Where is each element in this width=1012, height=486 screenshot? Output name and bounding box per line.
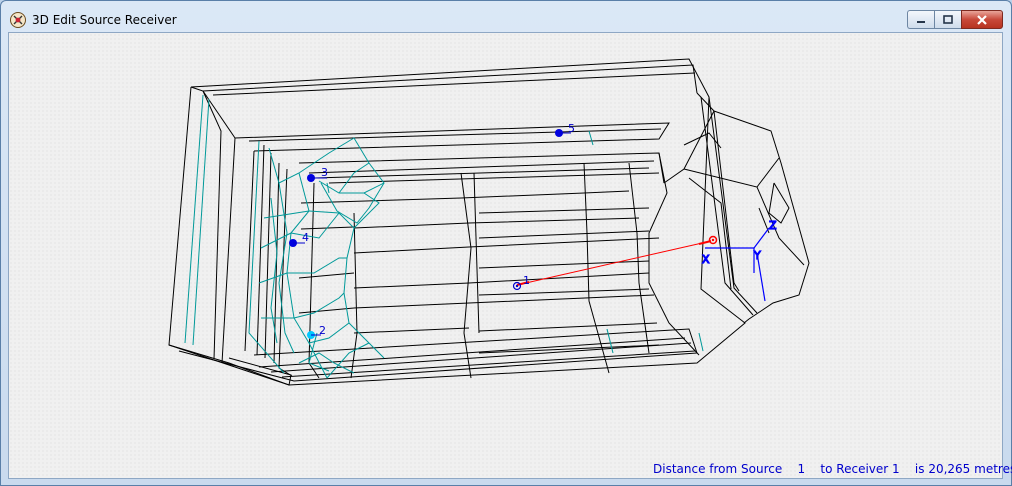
axis-gizmo: X Y Z bbox=[701, 218, 778, 302]
receiver-3-label: 3 bbox=[321, 166, 328, 179]
window-title: 3D Edit Source Receiver bbox=[32, 13, 177, 27]
status-prefix: Distance from Source bbox=[653, 462, 783, 476]
status-middle: to Receiver 1 bbox=[820, 462, 900, 476]
minimize-icon bbox=[917, 20, 925, 23]
app-window: 3D Edit Source Receiver 1 X Y Z 2 3 4 5 … bbox=[0, 0, 1012, 486]
status-source-number: 1 bbox=[797, 462, 806, 476]
ray-path bbox=[516, 240, 712, 286]
close-icon bbox=[977, 14, 987, 25]
maximize-button[interactable] bbox=[934, 10, 961, 29]
caption-buttons bbox=[907, 10, 1003, 29]
app-icon bbox=[10, 12, 26, 28]
maximize-icon bbox=[943, 14, 953, 24]
selected-receiver-marker[interactable] bbox=[708, 235, 718, 245]
title-bar[interactable]: 3D Edit Source Receiver bbox=[1, 1, 1011, 35]
axis-x-label: X bbox=[702, 253, 710, 266]
receiver-2-label: 2 bbox=[319, 324, 326, 337]
close-button[interactable] bbox=[961, 10, 1003, 29]
room-geometry bbox=[168, 58, 810, 386]
3d-viewport[interactable]: 1 X Y Z 2 3 4 5 Distance from Source 1 t… bbox=[8, 32, 1012, 479]
axis-z-label: Z bbox=[769, 219, 777, 232]
source-marker[interactable]: 1 bbox=[512, 274, 531, 291]
receiver-5-label: 5 bbox=[568, 122, 575, 135]
distance-status: Distance from Source 1 to Receiver 1 is … bbox=[653, 462, 1012, 476]
minimize-button[interactable] bbox=[907, 10, 934, 29]
source-label: 1 bbox=[523, 274, 530, 287]
receiver-5[interactable]: 5 bbox=[555, 122, 575, 137]
axis-y-label: Y bbox=[753, 249, 761, 262]
status-suffix: is 20,265 metres bbox=[914, 462, 1012, 476]
receiver-4-label: 4 bbox=[302, 231, 309, 244]
room-wireframe[interactable]: 1 X Y Z 2 3 4 5 bbox=[9, 33, 1002, 478]
receiver-3[interactable]: 3 bbox=[307, 166, 328, 182]
